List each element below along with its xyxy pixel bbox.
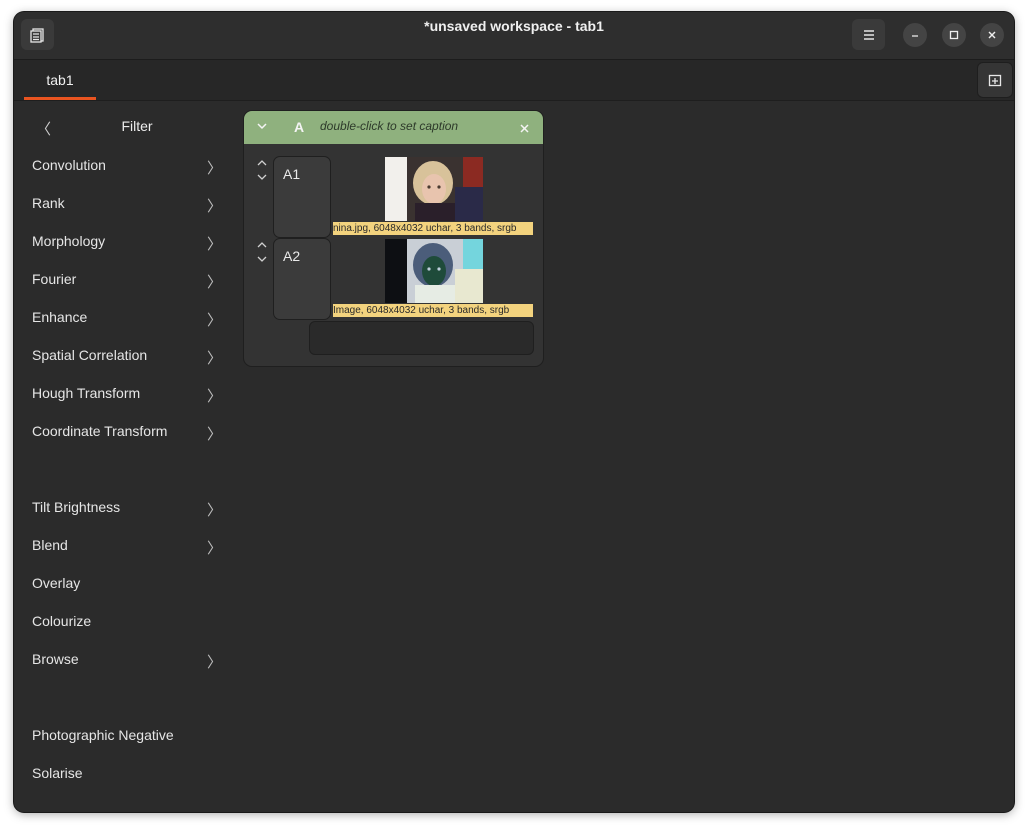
row-name: A2 [283, 248, 301, 264]
minimize-icon [912, 35, 918, 37]
menu-item-label: Hough Transform [32, 385, 141, 401]
menu-item-label: Enhance [32, 309, 88, 325]
chevron-right-icon: 〉 [206, 654, 222, 671]
menu-item-colourize[interactable]: Colourize [32, 613, 222, 635]
maximize-button[interactable] [942, 23, 966, 47]
filter-menu: 〈 Filter Convolution 〉 Rank 〉 Morphology… [14, 102, 234, 812]
menu-item-rank[interactable]: Rank 〉 [32, 195, 222, 217]
row-a2-reorder [252, 239, 272, 267]
menu-item-label: Solarise [32, 765, 83, 781]
chevron-right-icon: 〉 [206, 160, 222, 177]
chevron-up-icon[interactable] [252, 239, 272, 253]
menu-item-hough-transform[interactable]: Hough Transform 〉 [32, 385, 222, 407]
chevron-right-icon: 〉 [206, 540, 222, 557]
column-node-a[interactable]: A double-click to set caption A1 nina.jp… [243, 110, 544, 367]
chevron-right-icon: 〉 [206, 426, 222, 443]
row-a1-reorder [252, 157, 272, 185]
menu-item-label: Fourier [32, 271, 77, 287]
chevron-down-icon[interactable] [252, 253, 272, 267]
menu-title: Filter [121, 118, 153, 134]
row-a1-info-label: nina.jpg, 6048x4032 uchar, 3 bands, srgb [333, 222, 533, 235]
new-tab-icon [988, 74, 1002, 87]
tab-label: tab1 [46, 72, 74, 88]
chevron-right-icon: 〉 [206, 274, 222, 291]
chevron-right-icon: 〉 [206, 388, 222, 405]
menu-item-label: Colourize [32, 613, 92, 629]
close-icon [988, 31, 996, 39]
close-button[interactable] [980, 23, 1004, 47]
close-icon[interactable] [519, 121, 530, 139]
row-a1-label[interactable]: A1 [273, 156, 331, 238]
menu-item-enhance[interactable]: Enhance 〉 [32, 309, 222, 331]
tab-bar: tab1 [14, 60, 1014, 101]
menu-item-coordinate-transform[interactable]: Coordinate Transform 〉 [32, 423, 222, 445]
main-menu-button[interactable] [852, 19, 885, 50]
menu-item-label: Spatial Correlation [32, 347, 148, 363]
menu-item-label: Coordinate Transform [32, 423, 168, 439]
menu-item-photographic-negative[interactable]: Photographic Negative [32, 727, 222, 749]
menu-item-label: Tilt Brightness [32, 499, 121, 515]
chevron-right-icon: 〉 [206, 198, 222, 215]
menu-item-label: Browse [32, 651, 79, 667]
chevron-up-icon[interactable] [252, 157, 272, 171]
chevron-down-icon[interactable] [252, 171, 272, 185]
menu-item-browse[interactable]: Browse 〉 [32, 651, 222, 673]
menu-item-label: Photographic Negative [32, 727, 174, 743]
active-tab-indicator [24, 97, 96, 100]
menu-item-label: Convolution [32, 157, 106, 173]
caption-placeholder[interactable]: double-click to set caption [320, 119, 458, 133]
column-header[interactable]: A double-click to set caption [244, 111, 543, 144]
row-a2-info-label: Image, 6048x4032 uchar, 3 bands, srgb [333, 304, 533, 317]
column-letter: A [294, 119, 305, 135]
maximize-icon [949, 30, 959, 40]
photo-thumbnail-original [385, 157, 483, 221]
menu-back-button[interactable]: 〈 Filter [32, 118, 222, 140]
tab-tab1[interactable]: tab1 [24, 60, 96, 100]
menu-item-label: Blend [32, 537, 68, 553]
photo-thumbnail-negative [385, 239, 483, 303]
menu-item-tilt-brightness[interactable]: Tilt Brightness 〉 [32, 499, 222, 521]
menu-item-convolution[interactable]: Convolution 〉 [32, 157, 222, 179]
title-bar: *unsaved workspace - tab1 [14, 12, 1014, 60]
workspace-canvas[interactable]: A double-click to set caption A1 nina.jp… [234, 102, 1014, 812]
menu-item-spatial-correlation[interactable]: Spatial Correlation 〉 [32, 347, 222, 369]
menu-item-overlay[interactable]: Overlay [32, 575, 222, 597]
expression-entry[interactable] [309, 321, 534, 355]
menu-item-blend[interactable]: Blend 〉 [32, 537, 222, 559]
chevron-right-icon: 〉 [206, 312, 222, 329]
row-a1-thumbnail[interactable] [385, 157, 483, 221]
menu-item-morphology[interactable]: Morphology 〉 [32, 233, 222, 255]
collapse-chevron-icon[interactable] [256, 119, 268, 137]
row-a2-thumbnail[interactable] [385, 239, 483, 303]
menu-item-solarise[interactable]: Solarise [32, 765, 222, 787]
menu-item-fourier[interactable]: Fourier 〉 [32, 271, 222, 293]
chevron-right-icon: 〉 [206, 236, 222, 253]
row-a2-label[interactable]: A2 [273, 238, 331, 320]
app-window: *unsaved workspace - tab1 tab1 〈 Filter … [14, 12, 1014, 812]
menu-item-label: Rank [32, 195, 65, 211]
menu-item-label: Morphology [32, 233, 106, 249]
hamburger-menu-icon [863, 29, 874, 40]
chevron-right-icon: 〉 [206, 350, 222, 367]
menu-item-label: Overlay [32, 575, 81, 591]
minimize-button[interactable] [903, 23, 927, 47]
chevron-right-icon: 〉 [206, 502, 222, 519]
row-name: A1 [283, 166, 301, 182]
new-tab-button[interactable] [977, 62, 1013, 98]
